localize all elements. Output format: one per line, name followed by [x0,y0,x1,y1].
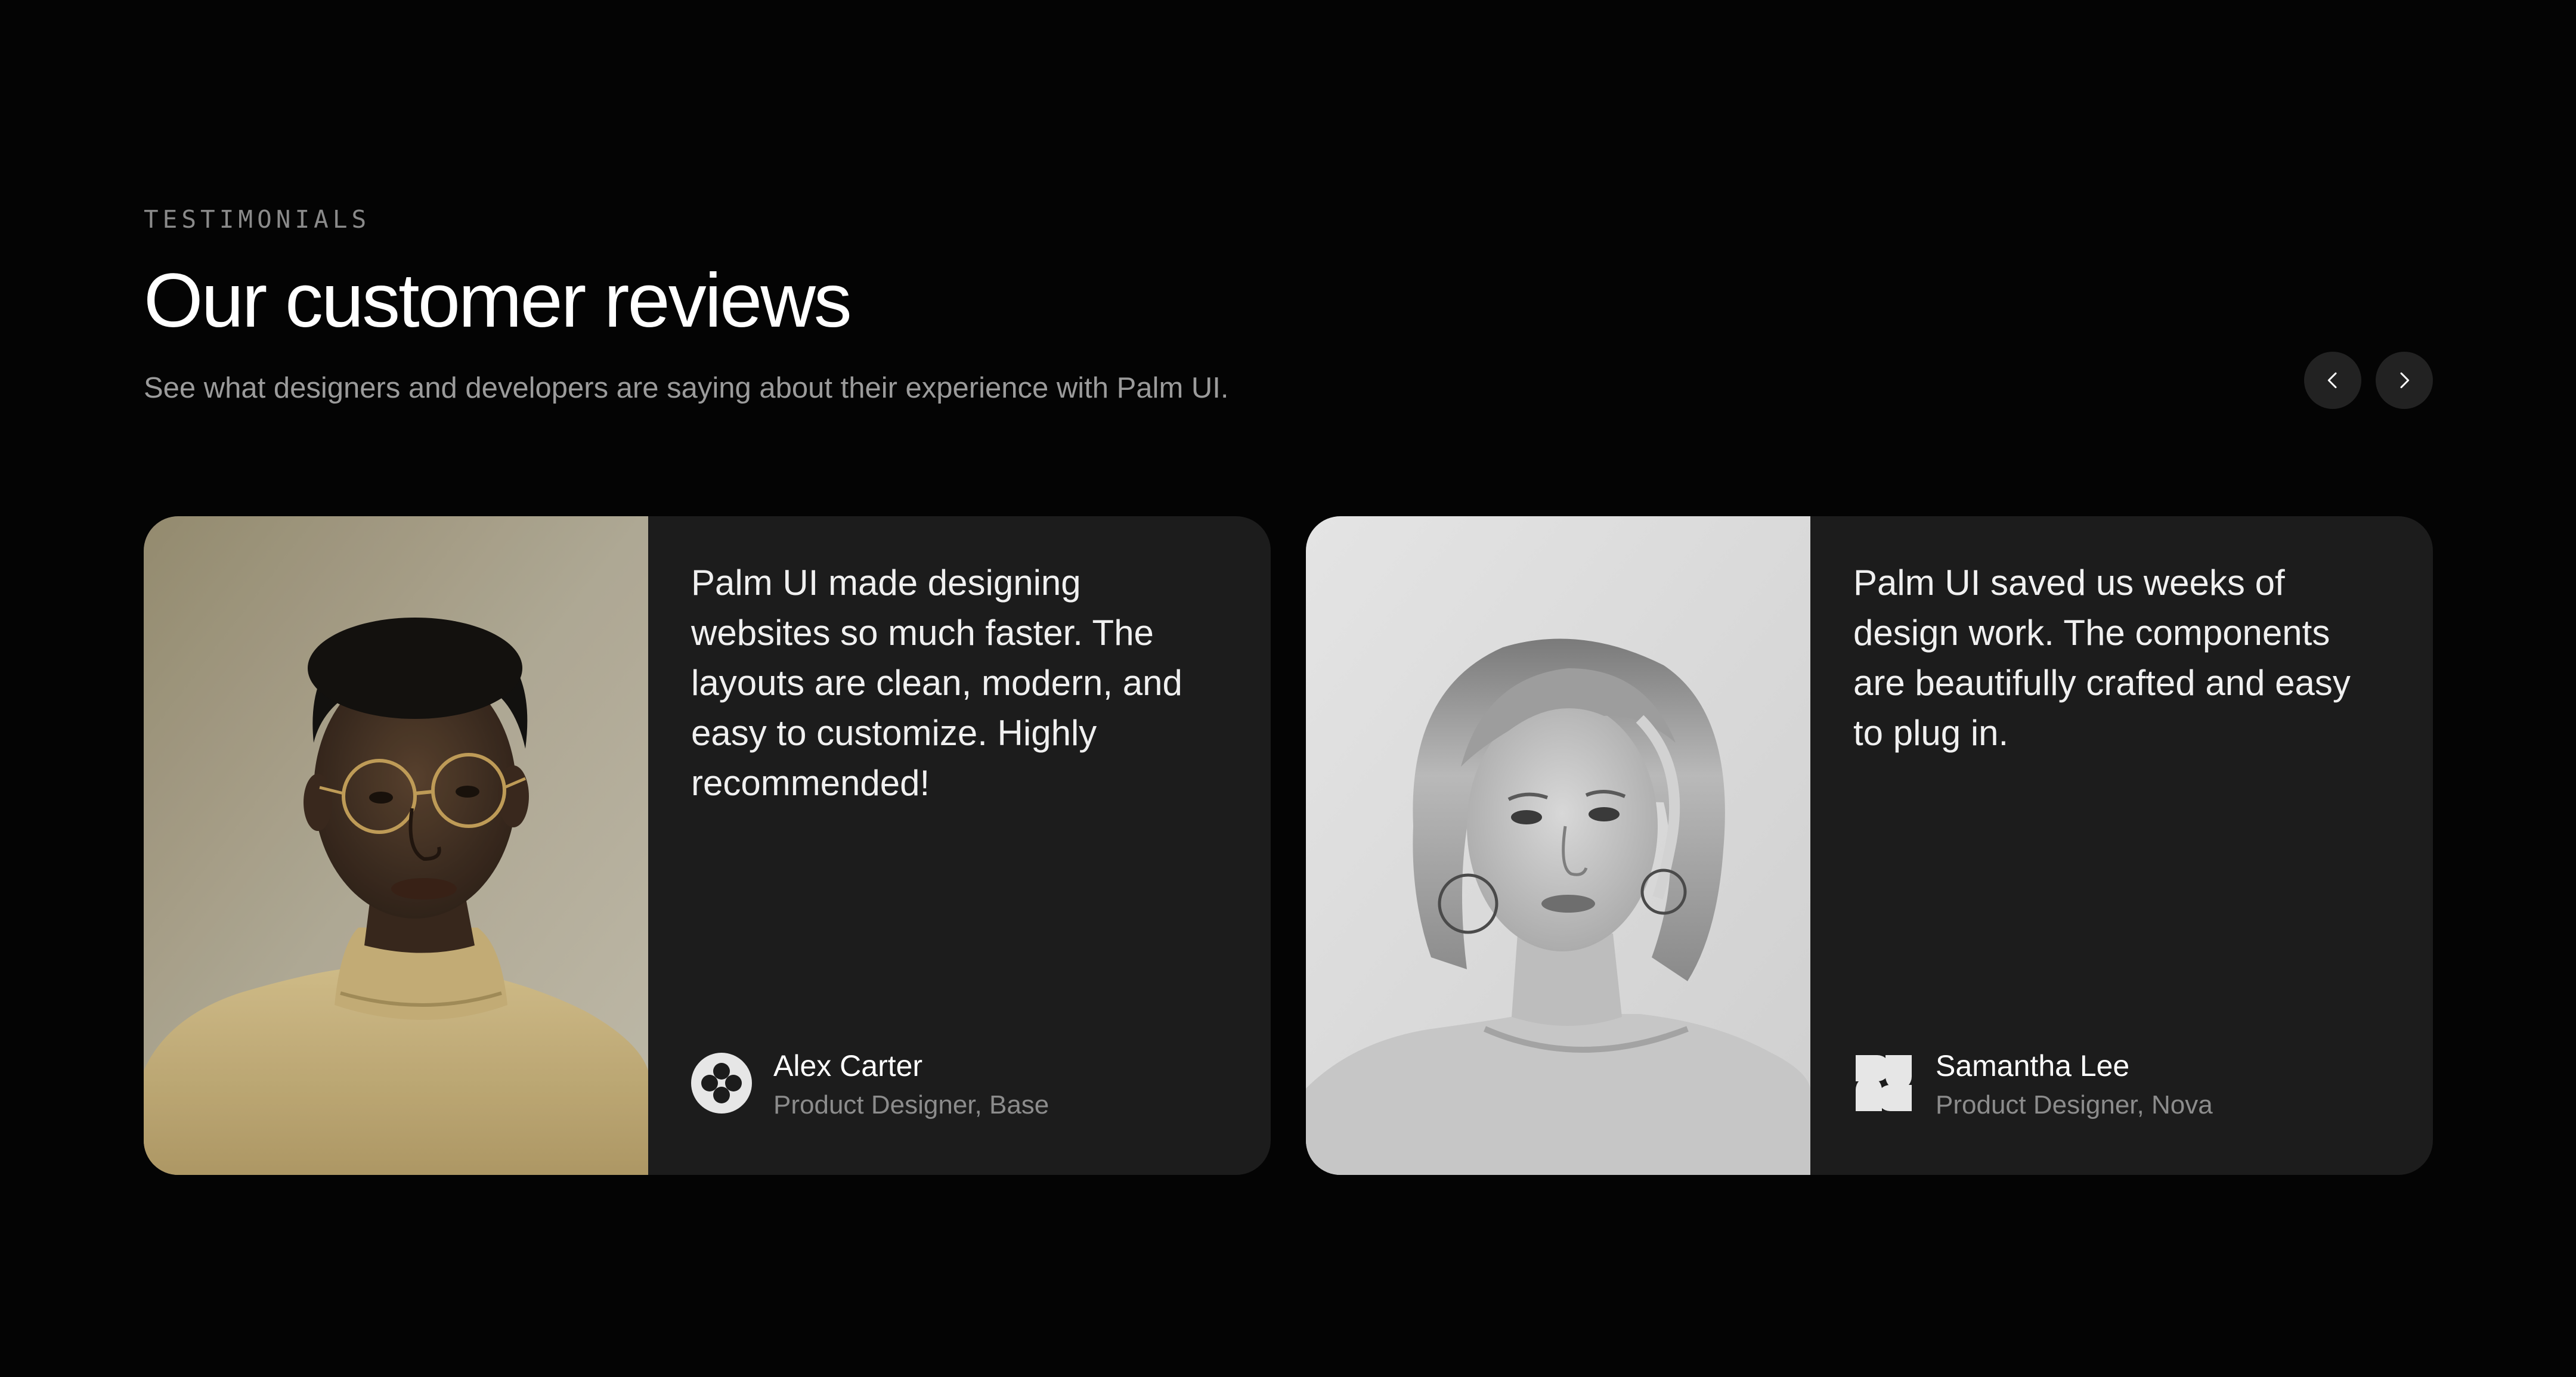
testimonial-card: Palm UI made designing websites so much … [144,516,1271,1175]
author-role: Product Designer, Base [773,1090,1049,1119]
base-logo-icon [691,1053,752,1114]
testimonial-author: Alex Carter Product Designer, Base [691,1049,1228,1136]
portrait-man-glasses-image [144,516,648,1175]
chevron-right-icon [2400,372,2410,389]
author-name: Samantha Lee [1936,1049,2130,1083]
author-role: Product Designer, Nova [1936,1090,2213,1119]
section-eyebrow: TESTIMONIALS [144,205,371,234]
carousel-next-button[interactable] [2376,352,2433,409]
section-subtitle: See what designers and developers are sa… [144,372,1229,404]
testimonials-section: TESTIMONIALS Our customer reviews See wh… [144,0,2433,1377]
testimonial-quote: Palm UI made designing websites so much … [691,563,1182,803]
carousel-prev-button[interactable] [2304,352,2361,409]
testimonial-author: Samantha Lee Product Designer, Nova [1853,1049,2390,1136]
testimonial-photo [144,516,648,1175]
author-name: Alex Carter [773,1049,923,1083]
testimonial-photo [1306,516,1810,1175]
testimonial-quote: Palm UI saved us weeks of design work. T… [1853,563,2351,753]
portrait-woman-bw-image [1306,516,1810,1175]
testimonial-card: Palm UI saved us weeks of design work. T… [1306,516,2433,1175]
chevron-left-icon [2327,372,2337,389]
section-title: Our customer reviews [144,258,852,343]
nova-logo-icon [1853,1053,1914,1114]
